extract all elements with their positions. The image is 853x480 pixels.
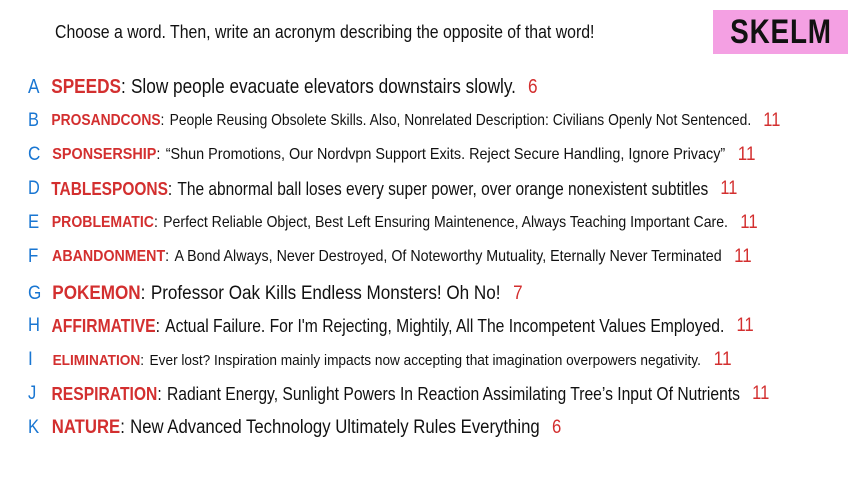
row-acronym-text: New Advanced Technology Ultimately Rules… [130,417,540,438]
row-separator: : [155,315,160,336]
row-letter-count: 7 [513,283,523,304]
row-word: SPONSERSHIP [52,146,157,163]
row-word: ABANDONMENT [52,248,166,265]
row-letter-count: 11 [734,246,752,267]
row-letter: I [28,349,33,370]
row-acronym-text: People Reusing Obsolete Skills. Also, No… [169,112,752,129]
list-item: F ABANDONMENT: A Bond Always, Never Dest… [28,242,752,272]
row-acronym-text: “Shun Promotions, Our Nordvpn Support Ex… [165,146,726,163]
row-letter: H [28,315,40,336]
row-letter: B [28,110,39,131]
list-item: H AFFIRMATIVE: Actual Failure. For I'm R… [28,311,754,341]
row-letter-count: 11 [736,315,754,336]
row-letter: A [28,75,40,98]
row-word: NATURE [51,417,121,438]
row-acronym-text: Professor Oak Kills Endless Monsters! Oh… [150,283,501,304]
row-separator: : [120,417,125,438]
row-word: PROSANDCONS [51,112,161,129]
row-letter: K [28,417,40,438]
row-letter: J [28,383,37,404]
row-word: AFFIRMATIVE [51,315,156,336]
row-word: ELIMINATION [52,351,141,369]
row-letter-count: 11 [763,110,781,131]
brand-logo-box: SKELM [713,10,848,54]
row-letter: E [28,212,40,233]
row-separator: : [167,178,173,199]
list-item: I ELIMINATION: Ever lost? Inspiration ma… [28,345,732,375]
row-letter-count: 6 [527,75,538,98]
row-letter: G [28,283,42,304]
row-separator: : [140,351,145,369]
row-word: PROBLEMATIC [51,214,154,231]
list-item: J RESPIRATION: Radiant Energy, Sunlight … [28,379,769,409]
row-separator: : [121,75,126,98]
list-item: C SPONSERSHIP: “Shun Promotions, Our Nor… [28,140,756,170]
list-item: D TABLESPOONS: The abnormal ball loses e… [28,174,737,204]
row-word: SPEEDS [51,75,122,98]
row-separator: : [140,283,146,304]
row-acronym-text: Perfect Reliable Object, Best Left Ensur… [163,214,728,231]
prompt-text: Choose a word. Then, write an acronym de… [55,22,595,42]
row-separator: : [156,146,161,163]
row-separator: : [153,214,158,231]
list-item: A SPEEDS: Slow people evacuate elevators… [28,72,538,102]
row-acronym-text: Radiant Energy, Sunlight Powers In React… [166,383,740,404]
list-item: B PROSANDCONS: People Reusing Obsolete S… [28,106,780,136]
row-word: POKEMON [52,283,141,304]
row-letter-count: 11 [752,383,770,404]
row-letter-count: 11 [720,178,738,199]
row-acronym-text: Slow people evacuate elevators downstair… [130,75,516,98]
row-acronym-text: A Bond Always, Never Destroyed, Of Notew… [174,248,722,265]
row-letter-count: 11 [713,349,732,370]
row-letter-count: 11 [737,144,756,165]
row-letter: C [28,144,41,165]
row-separator: : [157,383,162,404]
row-letter: D [28,178,40,199]
list-item: G POKEMON: Professor Oak Kills Endless M… [28,279,523,309]
brand-logo-text: SKELM [729,12,832,51]
row-letter: F [28,246,39,267]
row-letter-count: 6 [551,417,562,438]
list-item: E PROBLEMATIC: Perfect Reliable Object, … [28,208,758,238]
row-letter-count: 11 [740,212,758,233]
row-separator: : [165,248,170,265]
list-item: K NATURE: New Advanced Technology Ultima… [28,413,561,443]
row-separator: : [160,112,165,129]
row-acronym-text: The abnormal ball loses every super powe… [177,178,709,199]
row-word: RESPIRATION [51,383,158,404]
row-word: TABLESPOONS [51,178,168,199]
row-acronym-text: Ever lost? Inspiration mainly impacts no… [149,351,701,369]
row-acronym-text: Actual Failure. For I'm Rejecting, Might… [165,315,725,336]
